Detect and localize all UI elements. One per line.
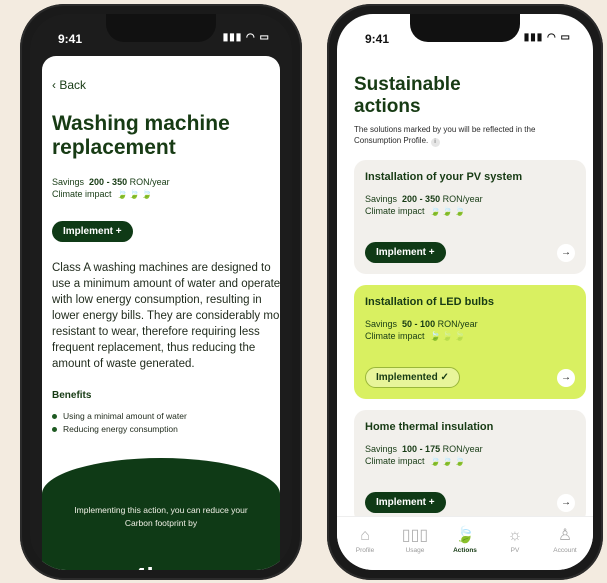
list-item: Using a minimal amount of water [52,410,187,423]
plus-icon: + [115,226,122,237]
leaf-icon: 🍃 [455,527,475,544]
plus-icon: + [428,247,435,258]
savings-info: Savings 200 - 350 RON/year Climate impac… [365,193,575,217]
leaf-icon: 🍃🍃🍃 [429,206,467,216]
page-subtitle: The solutions marked by you will be refl… [354,124,564,147]
subtitle-text: The solutions marked by you will be refl… [354,125,536,145]
nav-item-profile[interactable]: ⌂ Profile [343,527,387,554]
card-title: Installation of your PV system [365,171,523,183]
action-card-insulation[interactable]: Home thermal insulation Savings 100 - 17… [354,410,586,524]
savings-label: Savings [365,319,398,329]
signal-wifi-battery-icon: ▮▮▮ ◠ ▭ [523,32,571,43]
action-card-pv[interactable]: Installation of your PV system Savings 2… [354,160,586,274]
check-icon: ✓ [440,372,449,383]
nav-label: PV [510,547,520,554]
sun-icon: ☼ [507,527,523,544]
info-icon[interactable]: i [430,138,440,147]
implement-label: Implement [376,247,427,258]
arrow-right-icon[interactable]: → [557,244,575,262]
implemented-label: Implemented [376,372,438,383]
savings-value: 100 - 175 [402,444,441,454]
card-actions: Implement + → [365,242,575,264]
savings-value: 50 - 100 [402,319,436,329]
action-card-led[interactable]: Installation of LED bulbs Savings 50 - 1… [354,285,586,399]
nav-item-account[interactable]: ♙ Account [543,527,587,554]
benefits-list: Using a minimal amount of water Reducing… [52,410,187,436]
list-item: Reducing energy consumption [52,423,187,436]
user-icon: ♙ [557,527,573,544]
leaf-icon: 🍃🍃🍃 [429,456,467,466]
status-time: 9:41 [58,32,83,46]
plus-icon: + [428,497,435,508]
nav-item-pv[interactable]: ☼ PV [493,527,537,554]
right-screen: 9:41 ▮▮▮ ◠ ▭ Sustainable actions The sol… [337,14,593,570]
arrow-right-icon[interactable]: → [557,369,575,387]
status-bar: 9:41 ▮▮▮ ◠ ▭ [337,14,593,54]
savings-value: 200 - 350 [402,194,441,204]
right-phone: 9:41 ▮▮▮ ◠ ▭ Sustainable actions The sol… [327,4,603,580]
implement-label: Implement [63,226,114,237]
climate-impact-label: Climate impact [52,189,112,199]
nav-label: Account [553,547,577,554]
implement-label: Implement [376,497,427,508]
implemented-button[interactable]: Implemented ✓ [365,367,460,388]
back-label: Back [59,78,87,92]
benefit-text: Reducing energy consumption [63,424,178,434]
home-icon: ⌂ [360,527,370,544]
arrow-right-icon[interactable]: → [557,494,575,512]
leaf-icon: 🍃🍃🍃 [429,331,467,341]
description-text: Class A washing machines are designed to… [52,262,280,370]
card-title: Installation of LED bulbs [365,296,494,308]
savings-value: 200 - 350 [89,177,128,187]
bar-chart-icon: ▯▯▯ [401,527,429,544]
left-screen: 9:41 ▮▮▮ ◠ ▭ ‹ Back Washing machine repl… [30,14,292,570]
leaf-icon: 🍃🍃🍃 [116,189,154,199]
climate-impact-label: Climate impact [365,456,425,466]
savings-label: Savings [52,177,85,187]
signal-wifi-battery-icon: ▮▮▮ ◠ ▭ [222,32,270,43]
savings-info: Savings 50 - 100 RON/year Climate impact… [365,318,575,342]
bottom-nav: ⌂ Profile ▯▯▯ Usage 🍃 Actions ☼ PV ♙ Account [337,516,593,570]
savings-unit: RON/year [129,177,170,187]
savings-unit: RON/year [442,194,483,204]
card-actions: Implemented ✓ → [365,367,575,389]
detail-sheet: ‹ Back Washing machine replacement Savin… [42,56,280,570]
status-time: 9:41 [365,32,390,46]
left-phone: 9:41 ▮▮▮ ◠ ▭ ‹ Back Washing machine repl… [20,4,302,580]
savings-info: Savings 100 - 175 RON/year Climate impac… [365,443,575,467]
implement-button[interactable]: Implement + [365,492,446,513]
savings-unit: RON/year [437,319,478,329]
nav-label: Actions [453,547,477,554]
climate-impact-label: Climate impact [365,206,425,216]
nav-item-actions[interactable]: 🍃 Actions [443,527,487,554]
savings-unit: RON/year [442,444,483,454]
nav-label: Usage [405,547,425,554]
back-button[interactable]: ‹ Back [52,78,86,92]
carbon-reduction-value: 4kg [132,562,177,570]
benefits-heading: Benefits [52,390,92,401]
card-actions: Implement + → [365,492,575,514]
page-title: Washing machine replacement [52,112,230,159]
nav-label: Profile [355,547,375,554]
implement-button[interactable]: Implement + [365,242,446,263]
savings-label: Savings [365,444,398,454]
bullet-icon [52,427,57,433]
bullet-icon [52,414,57,420]
savings-label: Savings [365,194,398,204]
status-bar: 9:41 ▮▮▮ ◠ ▭ [30,14,292,54]
benefit-text: Using a minimal amount of water [63,411,187,421]
savings-info: Savings 200 - 350 RON/year Climate impac… [52,176,170,200]
card-title: Home thermal insulation [365,421,494,433]
impact-text: Implementing this action, you can reduce… [74,505,248,528]
nav-item-usage[interactable]: ▯▯▯ Usage [393,527,437,554]
page-title: Sustainable actions [354,74,461,117]
climate-impact-label: Climate impact [365,331,425,341]
implement-button[interactable]: Implement + [52,221,133,242]
